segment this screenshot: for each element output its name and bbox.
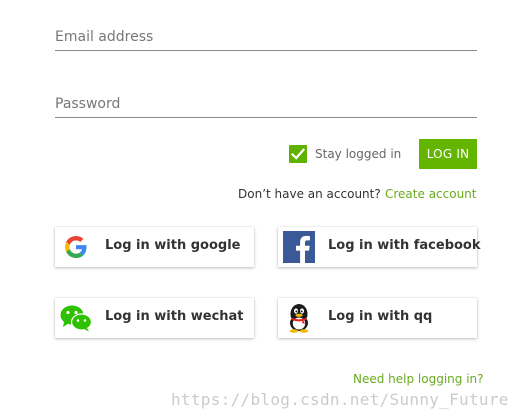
stay-logged-in-label: Stay logged in — [315, 147, 402, 161]
password-field[interactable] — [55, 93, 477, 118]
qq-login-button[interactable]: Log in with qq — [278, 298, 477, 338]
email-field[interactable] — [55, 26, 477, 51]
watermark: https://blog.csdn.net/Sunny_Future — [171, 390, 509, 409]
google-icon — [60, 231, 92, 263]
stay-logged-in-checkbox[interactable] — [289, 145, 307, 163]
facebook-login-label: Log in with facebook — [328, 238, 481, 253]
facebook-icon — [283, 231, 315, 263]
help-logging-in-link[interactable]: Need help logging in? — [353, 372, 484, 386]
create-account-link[interactable]: Create account — [385, 187, 477, 201]
wechat-login-button[interactable]: Log in with wechat — [55, 298, 254, 338]
checkmark-icon — [291, 148, 305, 160]
qq-login-label: Log in with qq — [328, 309, 433, 324]
password-input[interactable] — [55, 93, 477, 115]
facebook-login-button[interactable]: Log in with facebook — [278, 227, 481, 267]
google-login-button[interactable]: Log in with google — [55, 227, 254, 267]
email-input[interactable] — [55, 26, 477, 48]
no-account-text: Don’t have an account? — [238, 187, 381, 201]
wechat-login-label: Log in with wechat — [105, 309, 244, 324]
qq-icon — [283, 302, 315, 334]
wechat-icon — [60, 302, 92, 334]
login-button[interactable]: LOG IN — [419, 139, 477, 169]
google-login-label: Log in with google — [105, 238, 241, 253]
